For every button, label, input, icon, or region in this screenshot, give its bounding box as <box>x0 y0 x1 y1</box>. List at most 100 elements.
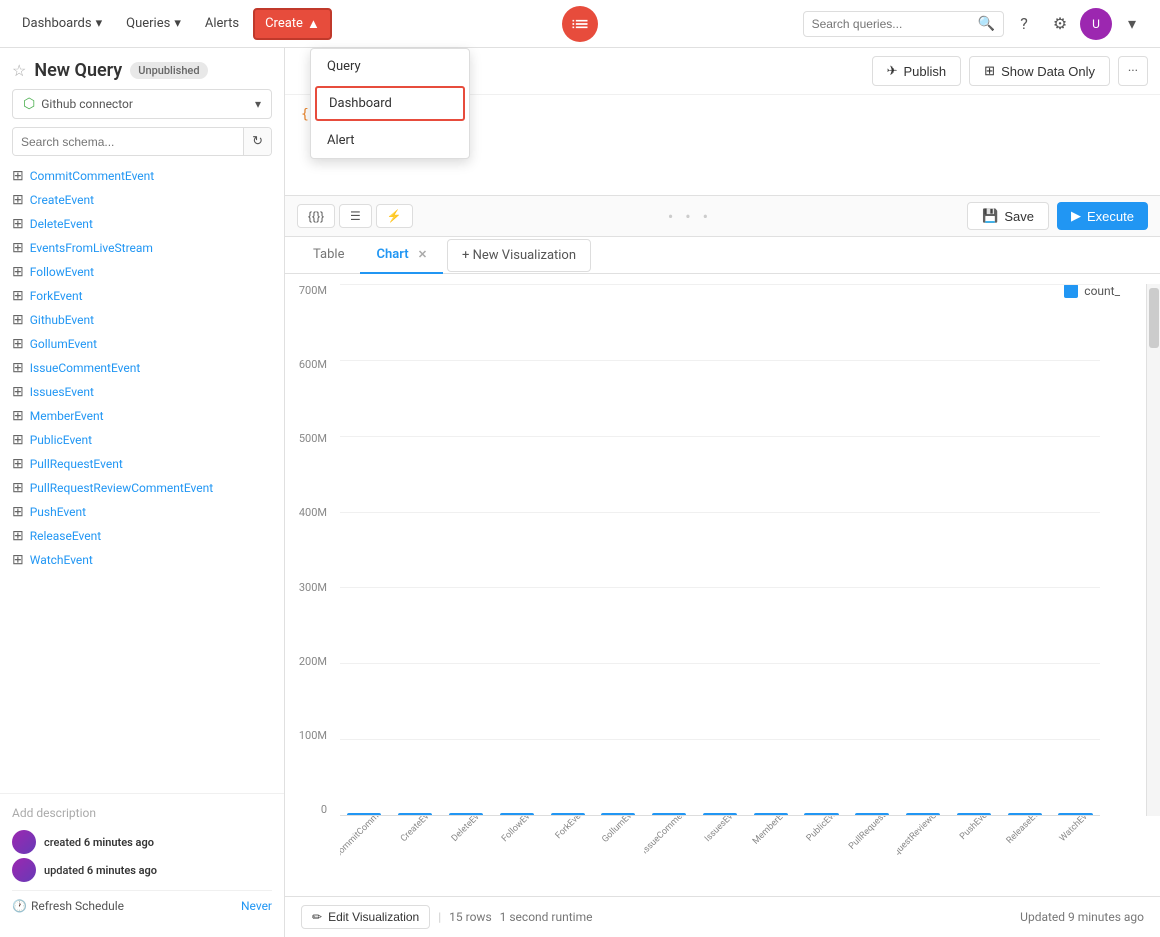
refresh-value[interactable]: Never <box>241 899 272 913</box>
bar-group[interactable] <box>543 813 592 815</box>
table-grid-icon: ⊞ <box>12 384 24 400</box>
connector-label: Github connector <box>41 97 249 111</box>
nav-dashboards[interactable]: Dashboards ▾ <box>12 10 112 37</box>
chart-tab-close[interactable]: ✕ <box>418 248 427 261</box>
schema-item[interactable]: ⊞ReleaseEvent <box>12 524 272 548</box>
table-grid-icon: ⊞ <box>12 336 24 352</box>
schema-search-input[interactable] <box>13 129 243 155</box>
logo-icon <box>570 14 590 34</box>
updater-avatar <box>12 858 36 882</box>
footer-left: ✏ Edit Visualization | 15 rows 1 second … <box>301 905 592 929</box>
schema-item[interactable]: ⊞MemberEvent <box>12 404 272 428</box>
bar <box>347 813 381 815</box>
bar-group[interactable] <box>391 813 440 815</box>
schema-item[interactable]: ⊞FollowEvent <box>12 260 272 284</box>
bar-group[interactable] <box>696 813 745 815</box>
new-visualization-tab[interactable]: + New Visualization <box>447 239 591 272</box>
bar <box>1008 813 1042 815</box>
create-query-item[interactable]: Query <box>311 49 469 84</box>
edit-visualization-button[interactable]: ✏ Edit Visualization <box>301 905 430 929</box>
schema-refresh-button[interactable]: ↻ <box>243 128 271 155</box>
x-axis-label: ReleaseEvent <box>1005 816 1049 846</box>
bar-group[interactable] <box>645 813 694 815</box>
bar-group[interactable] <box>797 813 846 815</box>
schema-item[interactable]: ⊞PushEvent <box>12 500 272 524</box>
bar-group[interactable] <box>492 813 541 815</box>
bar-group[interactable] <box>899 813 948 815</box>
schema-item[interactable]: ⊞PublicEvent <box>12 428 272 452</box>
help-button[interactable]: ? <box>1008 8 1040 40</box>
unpublished-badge: Unpublished <box>130 62 207 79</box>
schema-item[interactable]: ⊞PullRequestReviewCommentEvent <box>12 476 272 500</box>
nav-alerts[interactable]: Alerts <box>195 10 249 37</box>
x-axis-label-group: PullRequestEvent <box>847 816 898 896</box>
y-axis-label: 200M <box>299 655 327 668</box>
add-description-button[interactable]: Add description <box>12 806 272 820</box>
table-grid-icon: ⊞ <box>12 528 24 544</box>
schema-item[interactable]: ⊞GithubEvent <box>12 308 272 332</box>
schema-item[interactable]: ⊞ForkEvent <box>12 284 272 308</box>
schema-item[interactable]: ⊞IssueCommentEvent <box>12 356 272 380</box>
table-icon: ⊞ <box>984 63 995 79</box>
schema-item[interactable]: ⊞GollumEvent <box>12 332 272 356</box>
header-more-button[interactable]: ··· <box>1118 56 1148 86</box>
favorite-star-icon[interactable]: ☆ <box>12 61 26 80</box>
execute-button[interactable]: ▶ Execute <box>1057 202 1148 230</box>
editor-toolbar: {{}} ☰ ⚡ • • • 💾 Save ▶ Execute <box>285 196 1160 237</box>
user-avatar[interactable]: U <box>1080 8 1112 40</box>
nav-more-button[interactable]: ▾ <box>1116 8 1148 40</box>
search-input[interactable] <box>812 17 972 31</box>
x-axis-label: MemberEvent <box>751 816 796 847</box>
bar-group[interactable] <box>848 813 897 815</box>
schema-item[interactable]: ⊞CommitCommentEvent <box>12 164 272 188</box>
create-alert-item[interactable]: Alert <box>311 123 469 158</box>
bar <box>957 813 991 815</box>
tab-chart[interactable]: Chart ✕ <box>360 237 443 274</box>
list-button[interactable]: ☰ <box>339 204 372 228</box>
bar-group[interactable] <box>746 813 795 815</box>
schema-item[interactable]: ⊞IssuesEvent <box>12 380 272 404</box>
nav-create[interactable]: Create ▲ <box>253 8 332 40</box>
x-axis-label-group: ReleaseEvent <box>999 816 1050 896</box>
bar <box>804 813 838 815</box>
create-dashboard-item[interactable]: Dashboard <box>315 86 465 121</box>
connector-icon: ⬡ <box>23 96 35 112</box>
settings-button[interactable]: ⚙ <box>1044 8 1076 40</box>
y-axis-label: 700M <box>299 284 327 297</box>
x-axis-label: CommitCommentEvent <box>340 816 391 860</box>
schema-item[interactable]: ⊞DeleteEvent <box>12 212 272 236</box>
create-query-label: Query <box>327 59 361 74</box>
top-nav: Dashboards ▾ Queries ▾ Alerts Create ▲ 🔍… <box>0 0 1160 48</box>
publish-button[interactable]: ✈ Publish <box>872 56 962 86</box>
sidebar-footer: Add description created 6 minutes ago up… <box>0 793 284 925</box>
refresh-schedule-button[interactable]: 🕐 Refresh Schedule <box>12 899 124 913</box>
schema-item[interactable]: ⊞PullRequestEvent <box>12 452 272 476</box>
bar-group[interactable] <box>950 813 999 815</box>
app-logo <box>562 6 598 42</box>
schema-item[interactable]: ⊞CreateEvent <box>12 188 272 212</box>
tab-table[interactable]: Table <box>297 237 360 274</box>
chart-scrollbar[interactable] <box>1146 284 1160 816</box>
nav-queries[interactable]: Queries ▾ <box>116 10 191 37</box>
bar-group[interactable] <box>1051 813 1100 815</box>
x-axis-label: PullRequestEvent <box>847 816 897 852</box>
main-layout: ☆ New Query Unpublished ⬡ Github connect… <box>0 48 1160 937</box>
bar-group[interactable] <box>340 813 389 815</box>
lightning-icon: ⚡ <box>387 209 402 223</box>
show-data-button[interactable]: ⊞ Show Data Only <box>969 56 1110 86</box>
schema-item[interactable]: ⊞WatchEvent <box>12 548 272 572</box>
format-button[interactable]: {{}} <box>297 204 335 228</box>
bar-group[interactable] <box>442 813 491 815</box>
connector-selector[interactable]: ⬡ Github connector ▾ <box>12 89 272 119</box>
lightning-button[interactable]: ⚡ <box>376 204 413 228</box>
x-axis-label: PublicEvent <box>805 816 845 844</box>
updated-label: updated <box>44 864 84 877</box>
schema-item[interactable]: ⊞EventsFromLiveStream <box>12 236 272 260</box>
x-axis-label: ForkEvent <box>554 816 589 841</box>
bar-group[interactable] <box>594 813 643 815</box>
table-grid-icon: ⊞ <box>12 312 24 328</box>
x-axis-label-group: PushEvent <box>948 816 999 896</box>
bar-group[interactable] <box>1000 813 1049 815</box>
save-button[interactable]: 💾 Save <box>967 202 1049 230</box>
y-axis-label: 400M <box>299 506 327 519</box>
